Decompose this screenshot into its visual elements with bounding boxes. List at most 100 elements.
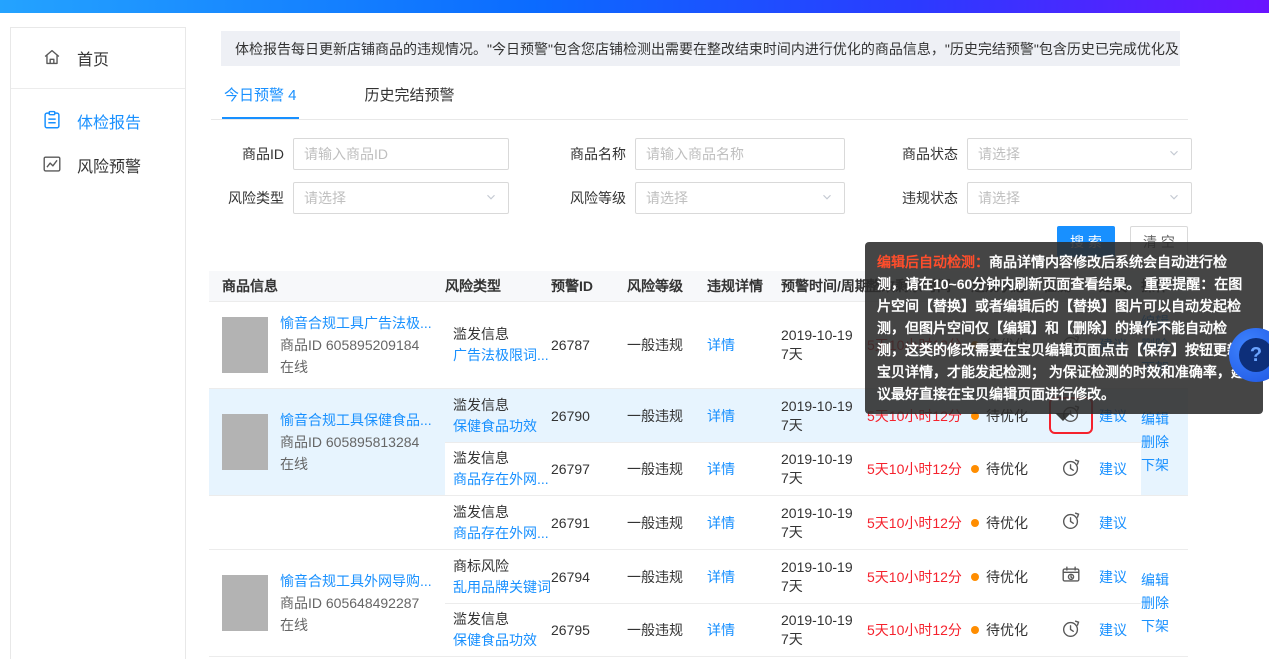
warning-time-cell: 2019-10-197天 xyxy=(781,558,867,596)
risk-level-cell: 一般违规 xyxy=(627,567,707,587)
detect-icon-wrap[interactable] xyxy=(1051,614,1091,647)
suggest-link[interactable]: 建议 xyxy=(1099,459,1141,479)
risk-level-select[interactable]: 请选择 xyxy=(635,182,845,214)
filter-field-risk-type: 风险类型请选择 xyxy=(222,182,509,214)
product-info: 愉音合规工具保健食品...商品ID 605895813284在线 xyxy=(280,409,432,475)
violation-status-cell: 待优化 xyxy=(971,567,1043,587)
risk-detail-link[interactable]: 保健食品功效 xyxy=(453,416,551,437)
clock-icon xyxy=(1060,510,1082,535)
table-row: 滥发信息商品存在外网...26791一般违规详情2019-10-197天5天10… xyxy=(445,496,1141,549)
tooltip-arrow xyxy=(1055,413,1071,421)
warning-time-cell: 2019-10-197天 xyxy=(781,326,867,364)
violation-detail-link[interactable]: 详情 xyxy=(707,459,781,479)
detect-icon-wrap[interactable] xyxy=(1051,506,1091,539)
select-placeholder: 请选择 xyxy=(304,188,346,208)
risk-level-cell: 一般违规 xyxy=(627,335,707,355)
violation-detail-link[interactable]: 详情 xyxy=(707,406,781,426)
clock-icon xyxy=(1060,457,1082,482)
detect-icon-wrap[interactable] xyxy=(1051,560,1091,593)
product-status-select[interactable]: 请选择 xyxy=(967,138,1192,170)
sidebar-group: 体检报告风险预警 xyxy=(11,89,185,187)
product-cell: 愉音合规工具保健食品...商品ID 605895813284在线 xyxy=(209,389,445,495)
risk-detail-link[interactable]: 保健食品功效 xyxy=(453,630,551,651)
actions-cell: 编辑删除下架 xyxy=(1141,550,1188,656)
takedown-link[interactable]: 下架 xyxy=(1141,615,1188,638)
risk-category-text: 滥发信息 xyxy=(453,609,551,630)
product-name-input-box xyxy=(635,138,845,170)
product-name-link[interactable]: 愉音合规工具广告法极... xyxy=(280,312,432,334)
status-dot xyxy=(971,465,979,473)
warning-period: 7天 xyxy=(781,416,867,435)
delete-link[interactable]: 删除 xyxy=(1141,431,1188,454)
filter-field-risk-level: 风险等级请选择 xyxy=(564,182,845,214)
filter-label: 商品状态 xyxy=(896,144,958,164)
table-row-group: 滥发信息商品存在外网...26791一般违规详情2019-10-197天5天10… xyxy=(209,496,1188,550)
warning-time-cell: 2019-10-197天 xyxy=(781,611,867,649)
warning-id-cell: 26795 xyxy=(551,622,627,638)
product-id-text: 商品ID 605895813284 xyxy=(280,431,432,453)
product-id-input[interactable] xyxy=(304,146,498,162)
tab-history-warnings[interactable]: 历史完结预警 xyxy=(363,80,457,119)
takedown-link[interactable]: 下架 xyxy=(1141,454,1188,477)
risk-type-cell: 滥发信息保健食品功效 xyxy=(445,395,551,437)
filter-field-product-id: 商品ID xyxy=(222,138,509,170)
suggest-link[interactable]: 建议 xyxy=(1099,620,1141,640)
warning-date: 2019-10-19 xyxy=(781,397,867,416)
sidebar-item-risk[interactable]: 风险预警 xyxy=(11,143,185,187)
top-gradient-bar xyxy=(0,0,1269,13)
violation-status-cell: 待优化 xyxy=(971,620,1043,640)
risk-type-select[interactable]: 请选择 xyxy=(293,182,509,214)
risk-detail-link[interactable]: 乱用品牌关键词 xyxy=(453,577,551,598)
risk-level-cell: 一般违规 xyxy=(627,513,707,533)
status-text: 待优化 xyxy=(986,459,1028,479)
warning-period: 7天 xyxy=(781,577,867,596)
product-status-text: 在线 xyxy=(280,614,432,636)
warning-id-cell: 26791 xyxy=(551,515,627,531)
column-header: 风险类型 xyxy=(445,276,551,296)
edit-link[interactable]: 编辑 xyxy=(1141,569,1188,592)
status-text: 待优化 xyxy=(986,567,1028,587)
sidebar: 首页体检报告风险预警 xyxy=(10,27,186,659)
detect-icon-wrap[interactable] xyxy=(1051,453,1091,486)
warning-id-cell: 26787 xyxy=(551,337,627,353)
warning-period: 7天 xyxy=(781,630,867,649)
risk-level-cell: 一般违规 xyxy=(627,620,707,640)
risk-detail-link[interactable]: 商品存在外网... xyxy=(453,523,551,544)
warning-date: 2019-10-19 xyxy=(781,504,867,523)
suggest-link[interactable]: 建议 xyxy=(1099,513,1141,533)
table-row: 滥发信息商品存在外网...26797一般违规详情2019-10-197天5天10… xyxy=(445,442,1141,495)
product-name-link[interactable]: 愉音合规工具外网导购... xyxy=(280,570,432,592)
delete-link[interactable]: 删除 xyxy=(1141,592,1188,615)
violation-detail-link[interactable]: 详情 xyxy=(707,335,781,355)
filter-field-violation-status: 违规状态请选择 xyxy=(896,182,1192,214)
product-name-input[interactable] xyxy=(646,146,834,162)
sidebar-item-report[interactable]: 体检报告 xyxy=(11,99,185,143)
chevron-down-icon xyxy=(484,190,498,207)
warning-period: 7天 xyxy=(781,345,867,364)
violation-detail-link[interactable]: 详情 xyxy=(707,620,781,640)
tab-today-warnings[interactable]: 今日预警 4 xyxy=(222,80,299,119)
violation-detail-link[interactable]: 详情 xyxy=(707,513,781,533)
chart-icon xyxy=(41,153,63,178)
chevron-down-icon xyxy=(1167,146,1181,163)
remaining-time-cell: 5天10小时12分 xyxy=(867,459,971,479)
risk-level-cell: 一般违规 xyxy=(627,459,707,479)
risk-detail-link[interactable]: 商品存在外网... xyxy=(453,469,551,490)
status-dot xyxy=(971,573,979,581)
risk-subrows: 滥发信息商品存在外网...26791一般违规详情2019-10-197天5天10… xyxy=(445,496,1141,549)
suggest-link[interactable]: 建议 xyxy=(1099,567,1141,587)
risk-type-cell: 滥发信息广告法极限词... xyxy=(445,324,551,366)
risk-type-cell: 滥发信息商品存在外网... xyxy=(445,502,551,544)
product-name-link[interactable]: 愉音合规工具保健食品... xyxy=(280,409,432,431)
risk-detail-link[interactable]: 广告法极限词... xyxy=(453,345,551,366)
risk-type-cell: 滥发信息商品存在外网... xyxy=(445,448,551,490)
sidebar-item-label: 风险预警 xyxy=(77,153,141,177)
question-mark-icon: ? xyxy=(1239,338,1269,372)
violation-detail-link[interactable]: 详情 xyxy=(707,567,781,587)
filter-form: 商品ID商品名称商品状态请选择风险类型请选择风险等级请选择违规状态请选择 xyxy=(222,138,1188,214)
violation-status-select[interactable]: 请选择 xyxy=(967,182,1192,214)
warning-time-cell: 2019-10-197天 xyxy=(781,504,867,542)
warning-period: 7天 xyxy=(781,469,867,488)
tooltip-title: 编辑后自动检测： xyxy=(877,254,989,270)
sidebar-item-home[interactable]: 首页 xyxy=(11,28,185,88)
